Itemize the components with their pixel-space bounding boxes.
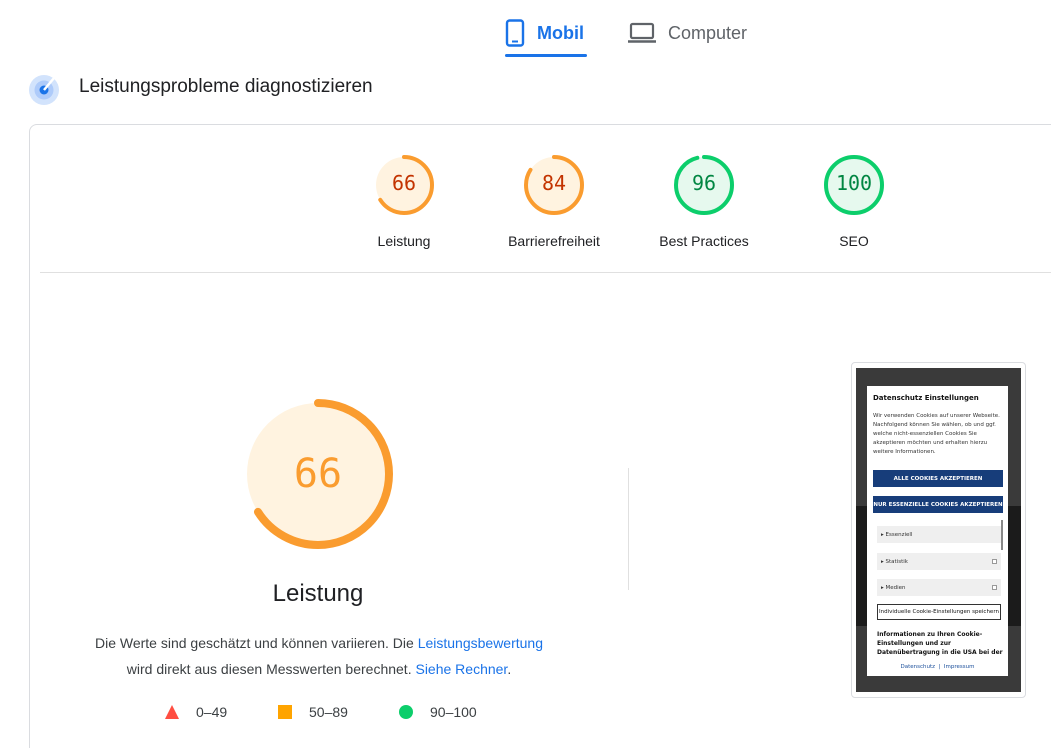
- card-divider: [40, 272, 1051, 273]
- triangle-icon: [165, 705, 179, 719]
- page-screenshot[interactable]: Datenschutz Einstellungen Wir verwenden …: [851, 362, 1026, 698]
- score-gauge-seo[interactable]: 100 SEO: [779, 153, 929, 249]
- save-settings-button: Individuelle Cookie-Einstellungen speich…: [877, 604, 1001, 620]
- footer-links: Datenschutz | Impressum: [900, 664, 975, 670]
- device-tabs: Mobil Computer: [0, 0, 1051, 60]
- legend-range: 90–100: [430, 704, 477, 720]
- diagnostics-icon: [28, 72, 60, 111]
- tab-computer[interactable]: Computer: [628, 8, 768, 58]
- score-value: 96: [691, 171, 717, 195]
- score-value: 66: [391, 171, 417, 195]
- accept-all-button: ALLE COOKIES AKZEPTIEREN: [873, 470, 1003, 487]
- cookie-dialog-title: Datenschutz Einstellungen: [873, 394, 979, 402]
- tab-mobile-label: Mobil: [537, 22, 584, 43]
- score-label: Leistung: [377, 233, 431, 249]
- score-value: 100: [835, 171, 873, 195]
- category-statistics: ▸ Statistik: [877, 553, 1001, 570]
- score-description: Die Werte sind geschätzt und können vari…: [94, 635, 543, 677]
- performance-score: 66: [293, 451, 343, 497]
- calculator-link[interactable]: Siehe Rechner: [415, 661, 507, 677]
- legend-pass: 90–100: [398, 702, 477, 722]
- circle-icon: [399, 705, 413, 719]
- score-label: Best Practices: [659, 233, 749, 249]
- legend-range: 50–89: [309, 704, 348, 720]
- screenshot-screen: Datenschutz Einstellungen Wir verwenden …: [856, 368, 1021, 692]
- category-media: ▸ Medien: [877, 579, 1001, 596]
- legend-fail: 0–49: [164, 702, 227, 722]
- accept-essential-button: NUR ESSENZIELLE COOKIES AKZEPTIEREN: [873, 496, 1003, 513]
- score-gauge-leistung[interactable]: 66 Leistung: [329, 153, 479, 249]
- score-gauge-best-practices[interactable]: 96 Best Practices: [629, 153, 779, 249]
- smartphone-icon: [505, 19, 525, 47]
- section-title: Leistungsprobleme diagnostizieren: [79, 76, 373, 97]
- cookie-dialog-text: Wir verwenden Cookies auf unserer Websei…: [873, 413, 1000, 455]
- legend-range: 0–49: [196, 704, 228, 720]
- tab-mobile[interactable]: Mobil: [505, 8, 587, 58]
- performance-score-link[interactable]: Leistungsbewertung: [418, 635, 543, 651]
- category-essential: ▸ Essenziell: [877, 526, 1001, 543]
- legend-average: 50–89: [277, 702, 348, 722]
- tab-computer-label: Computer: [668, 22, 748, 43]
- square-icon: [278, 705, 292, 719]
- vertical-divider: [628, 468, 629, 590]
- laptop-icon: [628, 22, 656, 44]
- score-label: SEO: [839, 233, 869, 249]
- cookie-dialog: Datenschutz Einstellungen Wir verwenden …: [867, 386, 1008, 676]
- score-gauge-barrierefreiheit[interactable]: 84 Barrierefreiheit: [479, 153, 629, 249]
- performance-title: Leistung: [272, 580, 364, 607]
- score-value: 84: [541, 171, 567, 195]
- active-tab-indicator: [505, 54, 587, 57]
- score-label: Barrierefreiheit: [508, 233, 600, 249]
- cookie-info-text: Informationen zu Ihren Cookie-Einstellun…: [877, 631, 1003, 656]
